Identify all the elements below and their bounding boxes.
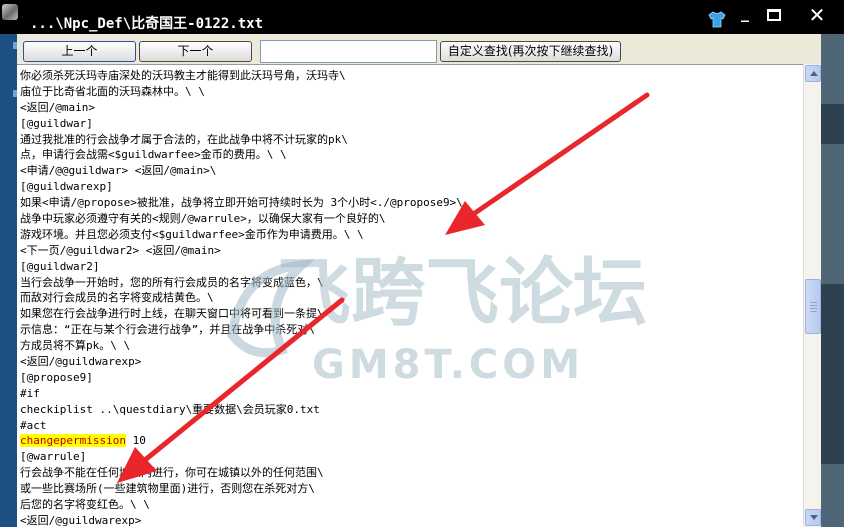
text-line: <返回/@guildwarexp> [20,355,142,369]
background-window-left [0,34,17,527]
vertical-scrollbar[interactable] [803,64,821,527]
tshirt-icon[interactable] [708,10,726,28]
minimize-button[interactable]: _ [734,5,756,28]
title-bar: ...\Npc_Def\比奇国王-0122.txt _ ✕ [0,0,844,34]
text-line: 如果<申请/@propose>被批准，战争将立即开始可持续时长为 3个小时<./… [20,196,463,210]
arrow-down-icon [810,515,818,520]
text-line: 通过我批准的行会战争才属于合法的，在此战争中将不计玩家的pk\ [20,132,348,146]
scroll-up-button[interactable] [805,65,821,82]
text-line: 示信息：“正在与某个行会进行战争”，并且在战争中杀死对\ [20,323,315,337]
text-line: 行会战争不能在任何城镇内进行，你可在城镇以外的任何范围\ [20,466,324,480]
search-input[interactable] [260,40,437,63]
window-title: ...\Npc_Def\比奇国王-0122.txt [30,16,264,32]
scroll-down-button[interactable] [805,509,821,526]
text-line: 后您的名字将变红色。\ \ [20,498,150,512]
text-line: 方成员将不算pk。\ \ [20,339,131,353]
text-line: 当行会战争一开始时，您的所有行会成员的名字将变成蓝色，\ [20,275,324,289]
editor-window: 上一个 下一个 自定义查找(再次按下继续查找) 你必须杀死沃玛寺庙深处的沃玛教主… [17,34,821,527]
next-button[interactable]: 下一个 [139,41,252,62]
app-icon[interactable] [2,4,18,20]
text-line: <返回/@guildwarexp> [20,513,142,527]
text-line: [@guildwar] [20,116,93,130]
search-toolbar: 上一个 下一个 自定义查找(再次按下继续查找) [17,34,821,64]
text-line: [@guildwarexp] [20,180,113,194]
text-line: [@guildwar2] [20,259,100,273]
text-line: checkiplist ..\questdiary\重要数据\会员玩家0.txt [20,402,320,416]
search-highlight: changepermission [20,434,126,448]
previous-button[interactable]: 上一个 [23,41,136,62]
text-line: <下一页/@guildwar2> <返回/@main> [20,243,221,257]
text-line: #act [20,418,47,432]
text-line: #if [20,386,40,400]
text-editor[interactable]: 你必须杀死沃玛寺庙深处的沃玛教主才能得到此沃玛号角，沃玛寺\ 庙位于比奇省北面的沃… [17,64,803,527]
text-line: 庙位于比奇省北面的沃玛森林中。\ \ [20,84,205,98]
scroll-thumb[interactable] [805,279,821,334]
text-line: <申请/@@guildwar> <返回/@main>\ [20,164,217,178]
background-window-right [821,34,844,527]
text-lines: 你必须杀死沃玛寺庙深处的沃玛教主才能得到此沃玛号角，沃玛寺\ 庙位于比奇省北面的沃… [20,68,800,527]
text-line: 而敌对行会成员的名字将变成桔黄色。\ [20,291,214,305]
text-line: 点，申请行会战需<$guildwarfee>金币的费用。\ \ [20,148,287,162]
custom-find-button[interactable]: 自定义查找(再次按下继续查找) [440,41,621,62]
text-line: 或一些比赛场所(一些建筑物里面)进行，否则您在杀死对方\ [20,482,315,496]
arrow-up-icon [810,71,818,76]
text-line: 战争中玩家必须遵守有关的<规则/@warrule>，以确保大家有一个良好的\ [20,212,386,226]
text-line: [@warrule] [20,450,87,464]
text-line: 你必须杀死沃玛寺庙深处的沃玛教主才能得到此沃玛号角，沃玛寺\ [20,69,346,82]
text-line: 游戏环境。并且您必须支付<$guildwarfee>金币作为申请费用。\ \ [20,227,364,241]
text-line: 如果您在行会战争进行时上线，在聊天窗口中将可看到一条提\ [20,307,324,321]
text-line: changepermission 10 [20,433,800,449]
text-line-rest: 10 [125,434,146,448]
close-button[interactable]: ✕ [794,5,840,28]
text-line: [@propose9] [20,370,93,384]
maximize-icon [767,9,781,21]
maximize-button[interactable] [764,6,786,28]
text-line: <返回/@main> [20,100,95,114]
